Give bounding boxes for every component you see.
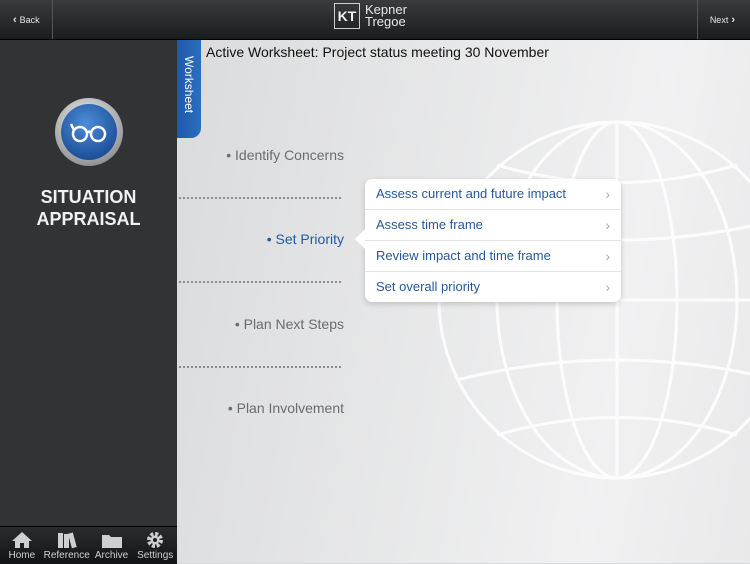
submenu-item[interactable]: Assess current and future impact › [365, 179, 621, 210]
main-content: Worksheet Active Worksheet: Project stat… [177, 40, 750, 563]
chevron-right-icon: › [605, 217, 610, 233]
submenu-item-label: Assess current and future impact [376, 186, 567, 201]
mode-title-line-2: APPRAISAL [36, 209, 141, 229]
next-label: Next [709, 14, 729, 25]
submenu-item[interactable]: Review impact and time frame › [365, 241, 621, 272]
glasses-icon [69, 123, 107, 143]
chevron-right-icon: › [605, 248, 610, 264]
submenu-item[interactable]: Assess time frame › [365, 210, 621, 241]
step-plan-involvement[interactable]: • Plan Involvement [228, 400, 344, 416]
folder-icon [101, 535, 122, 548]
logo-line-2: Tregoe [365, 14, 406, 29]
submenu-item-label: Set overall priority [376, 279, 481, 294]
active-worksheet-title: Active Worksheet: Project status meeting… [206, 44, 549, 60]
books-icon [57, 532, 77, 549]
worksheet-tab-label: Worksheet [182, 56, 196, 114]
divider [179, 281, 341, 283]
set-priority-submenu: Assess current and future impact › Asses… [355, 179, 621, 302]
kepner-tregoe-logo: KT Kepner Tregoe [334, 3, 407, 29]
mode-title: SITUATION APPRAISAL [0, 186, 177, 230]
house-icon [11, 532, 32, 548]
step-identify-concerns[interactable]: • Identify Concerns [226, 147, 344, 163]
tab-settings-label: Settings [137, 550, 174, 561]
tab-home[interactable]: Home [0, 527, 44, 564]
sidebar: SITUATION APPRAISAL [0, 40, 177, 526]
back-label: Back [19, 14, 40, 25]
logo-wordmark: Kepner Tregoe [365, 3, 407, 29]
submenu-item-label: Assess time frame [376, 217, 483, 232]
tab-archive-label: Archive [94, 550, 129, 561]
tab-home-label: Home [8, 550, 36, 561]
gear-icon [147, 532, 164, 548]
divider [179, 366, 341, 368]
worksheet-tab[interactable]: Worksheet [177, 40, 201, 138]
next-button[interactable]: Next › [697, 0, 750, 39]
logo-mark: KT [334, 3, 360, 29]
tab-reference-label: Reference [43, 550, 90, 561]
chevron-right-icon: › [605, 279, 610, 295]
chevron-right-icon: › [731, 13, 735, 26]
tab-reference[interactable]: Reference [44, 527, 90, 564]
top-navigation-bar: ‹ Back KT Kepner Tregoe Next › [0, 0, 750, 40]
tab-archive[interactable]: Archive [90, 527, 134, 564]
chevron-right-icon: › [605, 186, 610, 202]
bottom-tab-bar: Home Reference Archive Settings [0, 526, 177, 564]
divider [179, 197, 341, 199]
step-plan-next-steps[interactable]: • Plan Next Steps [235, 316, 344, 332]
back-button[interactable]: ‹ Back [0, 0, 53, 39]
submenu-item-label: Review impact and time frame [376, 248, 551, 263]
submenu-item[interactable]: Set overall priority › [365, 272, 621, 302]
tab-settings[interactable]: Settings [133, 527, 177, 564]
chevron-left-icon: ‹ [13, 13, 17, 26]
step-set-priority[interactable]: • Set Priority [267, 231, 344, 247]
situation-appraisal-badge [55, 98, 123, 166]
mode-title-line-1: SITUATION [40, 187, 137, 207]
